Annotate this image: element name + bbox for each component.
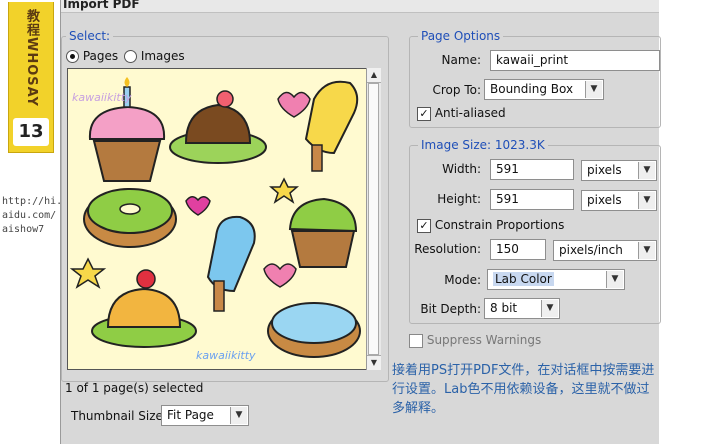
- height-label: Height:: [437, 192, 481, 206]
- image-size-legend: Image Size: 1023.3K: [418, 138, 548, 152]
- chevron-down-icon[interactable]: ▼: [606, 271, 623, 288]
- resolution-label: Resolution:: [414, 242, 481, 256]
- crop-to-label: Crop To:: [432, 83, 482, 97]
- green-cupcake-illustration: [288, 197, 358, 268]
- height-unit-select[interactable]: pixels ▼: [581, 190, 657, 211]
- anti-aliased-checkbox[interactable]: ✓ Anti-aliased: [417, 106, 506, 121]
- scroll-thumb[interactable]: [368, 83, 379, 355]
- url-line: aidu.com/: [2, 210, 57, 221]
- name-label: Name:: [441, 53, 481, 67]
- crop-to-select[interactable]: Bounding Box ▼: [484, 79, 604, 100]
- select-legend: Select:: [66, 29, 114, 43]
- checkmark-icon[interactable]: ✓: [417, 218, 431, 233]
- tag-number: 13: [13, 118, 49, 146]
- checkmark-icon[interactable]: ✓: [417, 106, 431, 121]
- width-label: Width:: [442, 162, 481, 176]
- resolution-field[interactable]: 150: [490, 239, 546, 260]
- side-strip: 教程WHOSAY 13 http://hi.b aidu.com/ aishow…: [0, 0, 69, 444]
- chevron-down-icon[interactable]: ▼: [638, 242, 655, 259]
- radio-pages[interactable]: Pages: [66, 49, 118, 63]
- chevron-down-icon[interactable]: ▼: [585, 81, 602, 98]
- tutorial-caption: 接着用PS打开PDF文件，在对话框中按需要进行设置。Lab色不用依赖设备，这里就…: [392, 363, 655, 416]
- chocolate-cake-illustration: [169, 90, 267, 164]
- mode-label: Mode:: [444, 273, 481, 287]
- suppress-warnings-label: Suppress Warnings: [426, 333, 542, 347]
- crop-to-value: Bounding Box: [490, 82, 574, 96]
- resolution-unit-select[interactable]: pixels/inch ▼: [553, 240, 657, 261]
- title-bar: Import PDF: [61, 0, 659, 13]
- name-field[interactable]: kawaii_print: [490, 50, 660, 71]
- chevron-down-icon[interactable]: ▼: [638, 162, 655, 179]
- height-unit-value: pixels: [587, 193, 622, 207]
- suppress-warnings-checkbox[interactable]: Suppress Warnings: [409, 333, 541, 348]
- thumbnail-size-label: Thumbnail Size:: [71, 409, 167, 423]
- series-tag: 教程WHOSAY 13: [8, 2, 54, 153]
- blue-popsicle-illustration: [206, 215, 256, 312]
- thumbnail-size-select[interactable]: Fit Page ▼: [161, 405, 249, 426]
- bit-depth-value: 8 bit: [490, 301, 518, 315]
- chevron-down-icon[interactable]: ▼: [638, 192, 655, 209]
- dialog-title: Import PDF: [63, 0, 140, 11]
- bit-depth-label: Bit Depth:: [420, 302, 481, 316]
- constrain-proportions-label: Constrain Proportions: [434, 218, 565, 232]
- radio-pages-label: Pages: [82, 49, 119, 63]
- anti-aliased-label: Anti-aliased: [434, 106, 506, 120]
- thumbnail-size-value: Fit Page: [167, 408, 214, 422]
- sticker-text: kawaiikitty: [196, 349, 256, 362]
- bit-depth-select[interactable]: 8 bit ▼: [484, 298, 560, 319]
- sticker-text: kawaiikitty: [72, 91, 132, 104]
- donut-illustration: [83, 188, 177, 248]
- radio-pages-indicator[interactable]: [66, 50, 79, 63]
- width-unit-value: pixels: [587, 163, 622, 177]
- source-url: http://hi.b aidu.com/ aishow7: [2, 195, 69, 237]
- url-line: http://hi.b: [2, 196, 69, 207]
- resolution-unit-value: pixels/inch: [559, 243, 623, 257]
- chevron-down-icon[interactable]: ▼: [541, 300, 558, 317]
- height-field[interactable]: 591: [490, 189, 574, 210]
- width-unit-select[interactable]: pixels ▼: [581, 160, 657, 181]
- scroll-up-icon[interactable]: ▲: [367, 68, 381, 83]
- url-line: aishow7: [2, 224, 45, 235]
- mode-value: Lab Color: [493, 272, 554, 286]
- page-thumbnail-preview[interactable]: kawaiikitty kawaiikitty: [67, 68, 373, 370]
- pudding-illustration: [91, 269, 197, 348]
- width-field[interactable]: 591: [490, 159, 574, 180]
- blue-donut-illustration: [267, 302, 361, 358]
- checkbox-box[interactable]: [409, 333, 423, 348]
- constrain-proportions-checkbox[interactable]: ✓ Constrain Proportions: [417, 218, 564, 233]
- chevron-down-icon[interactable]: ▼: [230, 407, 247, 424]
- radio-images-indicator[interactable]: [124, 50, 137, 63]
- page-options-legend: Page Options: [418, 29, 504, 43]
- radio-images[interactable]: Images: [124, 49, 185, 63]
- mode-select[interactable]: Lab Color ▼: [487, 269, 625, 290]
- scroll-down-icon[interactable]: ▼: [367, 355, 381, 370]
- selection-status: 1 of 1 page(s) selected: [65, 381, 204, 395]
- kawaii-artwork: kawaiikitty kawaiikitty: [69, 77, 361, 362]
- radio-images-label: Images: [140, 49, 185, 63]
- popsicle-illustration: [304, 80, 359, 172]
- preview-scrollbar[interactable]: ▲ ▼: [366, 68, 381, 370]
- tag-text: 教程WHOSAY: [24, 9, 39, 107]
